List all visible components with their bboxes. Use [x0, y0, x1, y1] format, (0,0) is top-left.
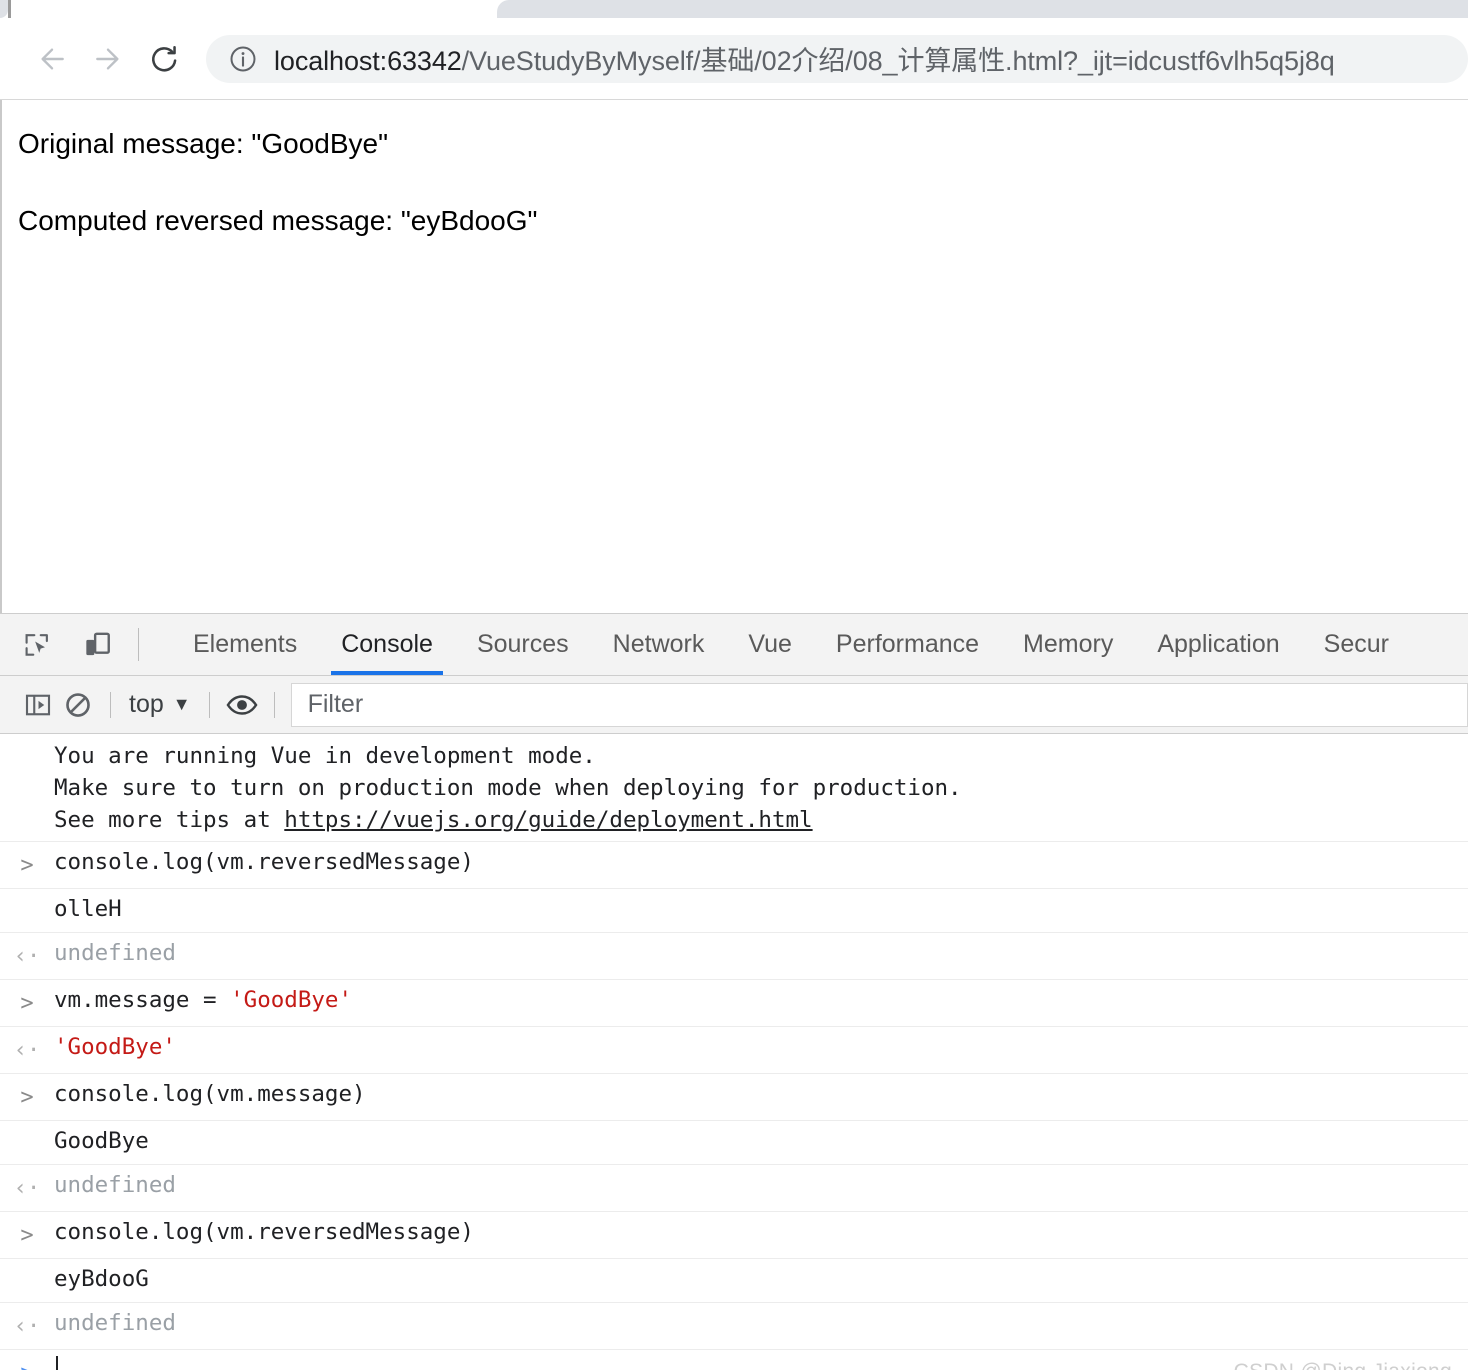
page-viewport: Original message: "GoodBye" Computed rev… [0, 100, 1468, 613]
devtools-tab-bar: Elements Console Sources Network Vue Per… [0, 614, 1468, 676]
inspect-element-icon [25, 633, 48, 656]
back-button[interactable] [24, 31, 80, 87]
console-log-row: eyBdooG [0, 1259, 1468, 1303]
info-circle-icon[interactable] [228, 44, 258, 74]
execution-context-selector[interactable]: top ▼ [123, 690, 197, 719]
console-result-row: ‹· 'GoodBye' [0, 1027, 1468, 1074]
tab-strip-left-edge [0, 0, 8, 18]
console-log-row: olleH [0, 889, 1468, 933]
message-text: olleH [54, 896, 122, 922]
url-path: /VueStudyByMyself/基础/02介绍/08_计算属性.html?_… [461, 46, 1335, 76]
console-result-row: ‹· undefined [0, 1165, 1468, 1212]
tab-application[interactable]: Application [1135, 614, 1301, 675]
input-chevron-icon: > [20, 853, 34, 878]
message-gutter [0, 894, 54, 896]
console-toolbar: top ▼ Filter [0, 676, 1468, 734]
result-chevron-icon: ‹· [13, 1176, 41, 1201]
console-input-row: > vm.message = 'GoodBye' [0, 980, 1468, 1027]
inspect-element-button[interactable] [18, 626, 56, 664]
console-message-list[interactable]: You are running Vue in development mode.… [0, 734, 1468, 1370]
tab-vue[interactable]: Vue [726, 614, 814, 675]
devtools-panel: Elements Console Sources Network Vue Per… [0, 613, 1468, 1370]
result-chevron-icon: ‹· [13, 1038, 41, 1063]
console-filter-placeholder: Filter [307, 690, 364, 718]
message-text: console.log(vm.message) [54, 1081, 366, 1107]
vue-banner-line-3: See more tips at [54, 807, 285, 833]
console-message-vue-banner: You are running Vue in development mode.… [0, 734, 1468, 842]
text-caret [56, 1356, 58, 1370]
page-line-original: Original message: "GoodBye" [18, 128, 389, 159]
devtools-tool-icons [0, 614, 130, 675]
chevron-down-icon: ▼ [172, 694, 191, 714]
prompt-chevron-icon: > [0, 1355, 54, 1370]
message-gutter [0, 1126, 54, 1128]
tab-security[interactable]: Secur [1302, 614, 1411, 675]
assignment-string-value: 'GoodBye' [230, 987, 353, 1013]
live-expression-button[interactable] [222, 685, 262, 725]
csdn-watermark: CSDN @Ding Jiaxiong [1234, 1356, 1452, 1370]
vue-banner-line-2: Make sure to turn on production mode whe… [54, 775, 962, 801]
console-toolbar-divider-3 [273, 691, 275, 718]
message-text: vm.message = 'GoodBye' [54, 985, 1468, 1016]
address-bar-url: localhost:63342/VueStudyByMyself/基础/02介绍… [274, 39, 1335, 78]
console-sidebar-icon [25, 694, 51, 715]
message-text: undefined [54, 1172, 176, 1198]
tab-network[interactable]: Network [591, 614, 727, 675]
input-chevron-icon: > [20, 1085, 34, 1110]
execution-context-value: top [129, 690, 164, 718]
page-line-computed: Computed reversed message: "eyBdooG" [18, 205, 538, 236]
message-text: undefined [54, 940, 176, 966]
message-text: console.log(vm.reversedMessage) [54, 1219, 474, 1245]
console-log-row: GoodBye [0, 1121, 1468, 1165]
input-chevron-icon: > [20, 991, 34, 1016]
tab-memory[interactable]: Memory [1001, 614, 1135, 675]
assignment-prefix: vm.message = [54, 987, 231, 1013]
device-toolbar-button[interactable] [78, 626, 116, 664]
browser-toolbar: localhost:63342/VueStudyByMyself/基础/02介绍… [0, 18, 1468, 100]
console-input-row: > console.log(vm.reversedMessage) [0, 842, 1468, 889]
message-text: You are running Vue in development mode.… [54, 739, 1468, 836]
console-input-row: > console.log(vm.reversedMessage) [0, 1212, 1468, 1259]
tab-sources[interactable]: Sources [455, 614, 591, 675]
forward-button[interactable] [80, 31, 136, 87]
input-chevron-icon: > [20, 1223, 34, 1248]
browser-window: localhost:63342/VueStudyByMyself/基础/02介绍… [0, 0, 1468, 1370]
console-result-row: ‹· undefined [0, 1303, 1468, 1350]
message-text: eyBdooG [54, 1266, 149, 1292]
clear-console-button[interactable] [58, 685, 98, 725]
result-chevron-icon: ‹· [13, 944, 41, 969]
message-text: console.log(vm.reversedMessage) [54, 849, 474, 875]
console-input-row: > console.log(vm.message) [0, 1074, 1468, 1121]
browser-tab-inactive[interactable] [497, 0, 1468, 18]
reload-icon [152, 45, 177, 72]
devtools-toolbar-divider [138, 628, 139, 661]
tab-console[interactable]: Console [319, 614, 455, 675]
console-sidebar-button[interactable] [18, 685, 58, 725]
live-expression-eye-icon [226, 694, 258, 715]
console-filter-input[interactable]: Filter [290, 682, 1468, 727]
device-toolbar-icon [86, 632, 110, 655]
address-bar[interactable]: localhost:63342/VueStudyByMyself/基础/02介绍… [206, 34, 1468, 83]
url-host: localhost:63342 [274, 46, 462, 76]
vue-banner-line-1: You are running Vue in development mode. [54, 743, 596, 769]
devtools-tabs: Elements Console Sources Network Vue Per… [149, 614, 1411, 675]
console-toolbar-divider-2 [208, 691, 210, 718]
arrow-right-icon [96, 47, 119, 70]
console-result-row: ‹· undefined [0, 933, 1468, 980]
message-text: 'GoodBye' [54, 1034, 176, 1060]
browser-tab-strip [0, 0, 1468, 18]
clear-console-icon [66, 692, 90, 717]
reload-button[interactable] [136, 31, 192, 87]
message-gutter [0, 1264, 54, 1266]
tab-performance[interactable]: Performance [814, 614, 1001, 675]
message-text: GoodBye [54, 1128, 149, 1154]
message-gutter [0, 739, 54, 741]
window-left-border [8, 0, 11, 18]
result-chevron-icon: ‹· [13, 1314, 41, 1339]
arrow-left-icon [41, 47, 64, 70]
console-toolbar-divider-1 [110, 691, 111, 718]
tab-elements[interactable]: Elements [171, 614, 319, 675]
message-text: undefined [54, 1310, 176, 1336]
vue-deployment-link[interactable]: https://vuejs.org/guide/deployment.html [284, 807, 812, 833]
